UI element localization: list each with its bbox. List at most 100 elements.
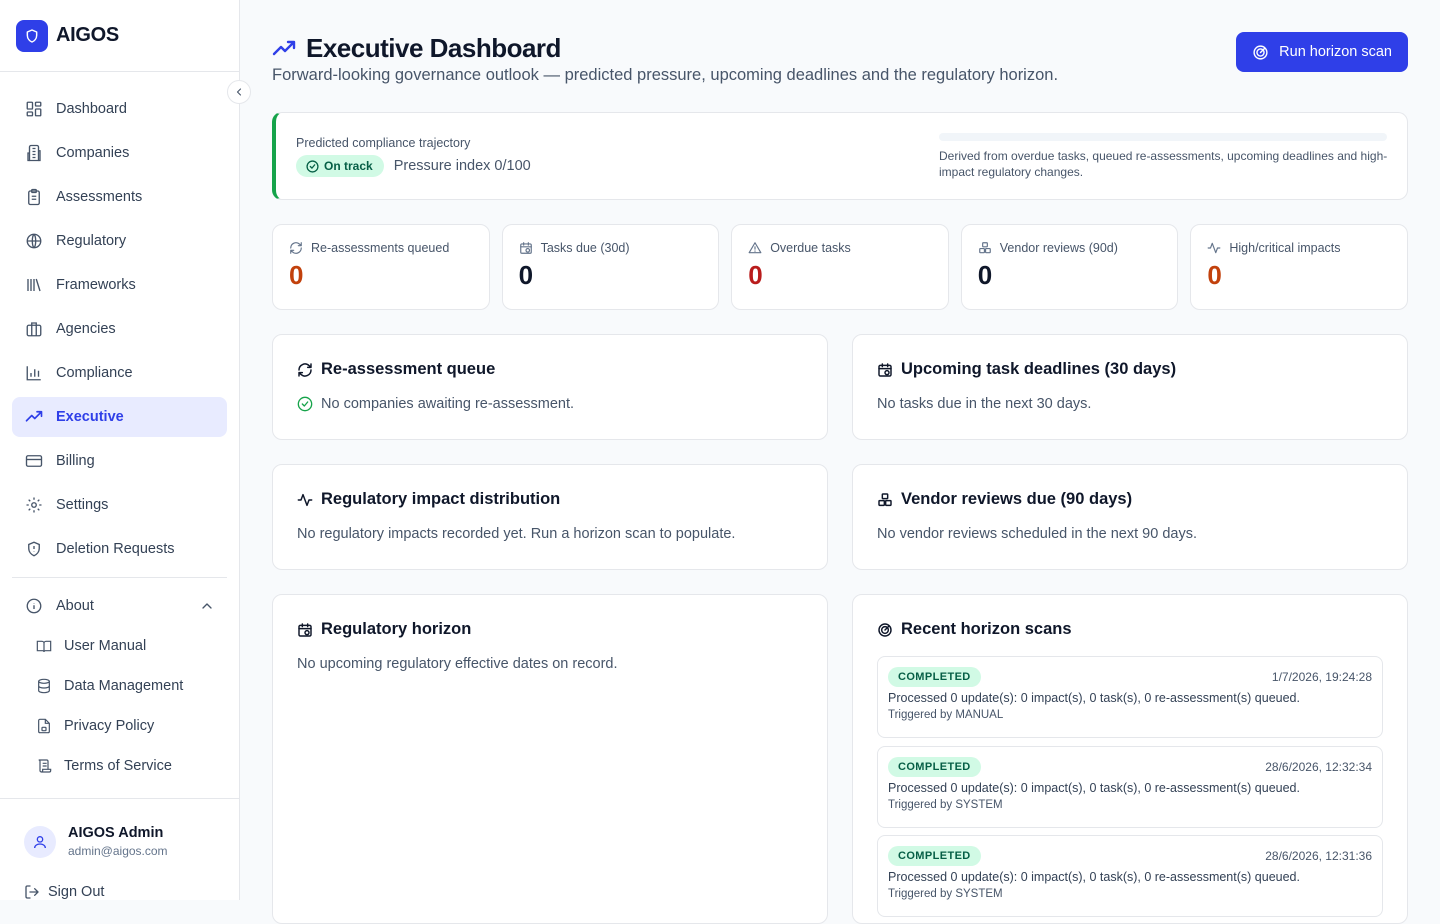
refresh-icon [289,241,303,255]
trending-up-icon [24,407,44,427]
database-icon [36,678,52,694]
stat-value: 0 [518,260,534,290]
sidebar-item-billing[interactable]: Billing [12,441,227,481]
stat-value: 0 [1207,260,1222,290]
stat-overdue-tasks[interactable]: Overdue tasks 0 [731,224,949,310]
book-open-icon [36,638,52,654]
scan-item[interactable]: COMPLETED 28/6/2026, 12:32:34 Processed … [877,746,1383,828]
pressure-bar [939,133,1387,141]
scan-trigger: Triggered by SYSTEM [888,888,1003,900]
brand-name: AIGOS [56,24,119,46]
sidebar-subitem-label: Privacy Policy [64,718,155,734]
sidebar-item-dashboard[interactable]: Dashboard [12,89,227,129]
check-circle-icon [306,159,319,173]
status-badge-label: On track [324,159,373,173]
scan-summary: Processed 0 update(s): 0 impact(s), 0 ta… [888,691,1300,705]
stat-label: Re-assessments queued [311,241,450,255]
info-icon [24,596,44,616]
gear-icon [24,495,44,515]
calendar-clock-icon [297,622,313,638]
brand[interactable]: AIGOS [0,0,239,72]
empty-state-text: No upcoming regulatory effective dates o… [297,656,618,672]
trajectory-card: Predicted compliance trajectory On track… [272,112,1408,200]
check-circle-icon [297,396,313,412]
sign-out-label: Sign Out [48,884,105,900]
sidebar-subitem-label: User Manual [64,638,147,654]
clipboard-icon [24,187,44,207]
sidebar-item-label: Settings [56,497,109,513]
sidebar-item-deletion-requests[interactable]: Deletion Requests [12,529,227,569]
scan-status-badge: COMPLETED [888,846,981,866]
empty-state-text: No tasks due in the next 30 days. [877,396,1092,412]
stat-vendor-reviews[interactable]: Vendor reviews (90d) 0 [960,224,1179,310]
chevron-up-icon [199,598,215,614]
sidebar-item-label: Billing [56,453,95,469]
sidebar-collapse-button[interactable] [227,80,251,104]
avatar [24,825,56,858]
refresh-icon [297,362,313,378]
sidebar-item-companies[interactable]: Companies [12,133,227,173]
radar-icon [877,622,893,638]
layout-grid-icon [24,99,44,119]
card-title: Regulatory impact distribution [321,490,561,508]
sidebar-subitem-label: Data Management [64,678,184,694]
user-profile[interactable]: AIGOS Admin admin@aigos.com [0,798,239,858]
briefcase-icon [24,319,44,339]
sidebar-item-settings[interactable]: Settings [12,485,227,525]
stat-value: 0 [748,260,763,290]
divider [12,577,227,578]
chevron-left-icon [236,88,242,96]
recent-horizon-scans-card: Recent horizon scans COMPLETED 1/7/2026,… [852,594,1408,924]
sidebar-item-regulatory[interactable]: Regulatory [12,221,227,261]
user-email: admin@aigos.com [68,844,168,858]
sidebar-subitem-user-manual[interactable]: User Manual [12,626,227,666]
sidebar-subitem-privacy-policy[interactable]: Privacy Policy [12,706,227,746]
vendor-reviews-card: Vendor reviews due (90 days) No vendor r… [852,464,1408,570]
shield-logo-icon [16,19,48,52]
sidebar-item-label: Compliance [56,365,133,381]
sidebar-item-agencies[interactable]: Agencies [12,309,227,349]
stat-high-critical-impacts[interactable]: High/critical impacts 0 [1190,224,1408,310]
bar-chart-icon [24,363,44,383]
impact-distribution-card: Regulatory impact distribution No regula… [272,464,828,570]
trajectory-label: Predicted compliance trajectory [296,136,471,150]
run-horizon-scan-button[interactable]: Run horizon scan [1236,32,1408,72]
scan-trigger: Triggered by MANUAL [888,709,1004,721]
globe-icon [24,231,44,251]
library-icon [24,275,44,295]
sign-out-button[interactable]: Sign Out [24,884,104,900]
sidebar-about-toggle[interactable]: About [12,586,227,626]
activity-icon [297,492,313,508]
scan-item[interactable]: COMPLETED 1/7/2026, 19:24:28 Processed 0… [877,656,1383,738]
stat-reassessments-queued[interactable]: Re-assessments queued 0 [272,224,490,310]
trending-up-icon [272,37,296,61]
scan-item[interactable]: COMPLETED 28/6/2026, 12:31:36 Processed … [877,835,1383,917]
log-out-icon [24,884,40,900]
radar-icon [1252,44,1269,61]
scan-status-badge: COMPLETED [888,667,981,687]
sidebar-item-compliance[interactable]: Compliance [12,353,227,393]
stat-tasks-due[interactable]: Tasks due (30d) 0 [501,224,720,310]
stat-label: Tasks due (30d) [540,241,630,255]
sidebar-subitem-terms-of-service[interactable]: Terms of Service [12,746,227,786]
sidebar-item-frameworks[interactable]: Frameworks [12,265,227,305]
sidebar-item-executive[interactable]: Executive [12,397,227,437]
shield-icon [24,539,44,559]
sidebar-about-label: About [56,598,94,614]
card-title: Regulatory horizon [321,620,472,638]
alert-triangle-icon [748,241,762,255]
sidebar-nav: Dashboard Companies Assessments Regulato… [12,89,227,786]
sidebar-item-label: Regulatory [56,233,127,249]
sidebar-item-label: Agencies [56,321,116,337]
sidebar-item-label: Executive [56,409,124,425]
stat-value: 0 [289,260,304,290]
scan-summary: Processed 0 update(s): 0 impact(s), 0 ta… [888,781,1300,795]
reassessment-queue-card: Re-assessment queue No companies awaitin… [272,334,828,440]
sidebar-item-label: Assessments [56,189,143,205]
page-title: Executive Dashboard [272,33,561,64]
empty-state-text: No companies awaiting re-assessment. [321,396,575,412]
sidebar-item-assessments[interactable]: Assessments [12,177,227,217]
boxes-icon [978,241,992,255]
calendar-clock-icon [519,241,533,255]
sidebar-subitem-data-management[interactable]: Data Management [12,666,227,706]
